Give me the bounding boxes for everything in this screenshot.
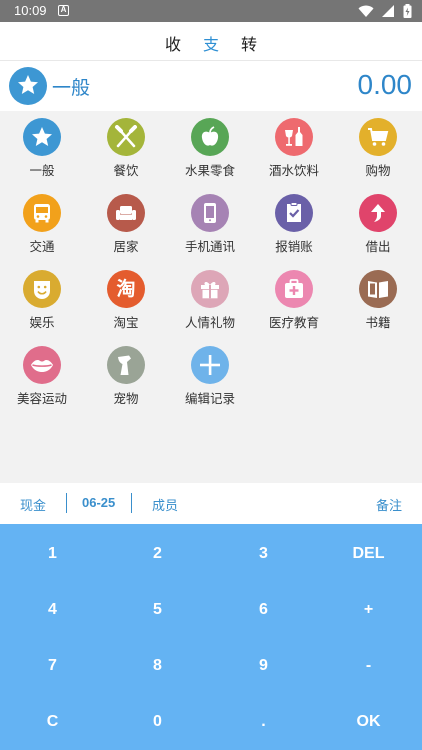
phone-icon	[204, 203, 216, 223]
category-lend[interactable]: 借出	[336, 187, 420, 263]
selected-category-icon[interactable]	[9, 67, 47, 105]
category-grid: 一般 餐饮 水果零食 酒水饮料 购物 交通 居家 手机通讯 报销账 借出 娱乐 …	[0, 111, 422, 481]
category-label: 交通	[29, 239, 55, 254]
key-plus[interactable]: +	[316, 582, 421, 638]
category-label: 借出	[365, 239, 391, 254]
category-label: 手机通讯	[184, 239, 235, 254]
category-label: 医疗教育	[268, 315, 319, 330]
category-label: 水果零食	[184, 163, 235, 178]
divider	[66, 493, 67, 513]
category-label: 居家	[113, 239, 139, 254]
key-7[interactable]: 7	[0, 638, 105, 694]
key-clear[interactable]: C	[0, 694, 105, 750]
key-3[interactable]: 3	[211, 526, 316, 582]
amount-row: 一般 0.00	[0, 61, 422, 111]
category-home[interactable]: 居家	[84, 187, 168, 263]
key-9[interactable]: 9	[211, 638, 316, 694]
category-pets[interactable]: 宠物	[84, 339, 168, 415]
book-icon	[368, 281, 388, 298]
key-delete[interactable]: DEL	[316, 526, 421, 582]
category-edit-records[interactable]: 编辑记录	[168, 339, 252, 415]
category-medical-education[interactable]: 医疗教育	[252, 263, 336, 339]
cart-icon	[368, 128, 389, 146]
star-icon	[32, 127, 52, 146]
star-icon	[18, 75, 38, 94]
key-minus[interactable]: -	[316, 638, 421, 694]
apple-icon	[201, 126, 219, 146]
category-label: 娱乐	[29, 315, 55, 330]
date-selector[interactable]: 06-25	[82, 495, 115, 510]
category-label: 报销账	[275, 239, 313, 254]
category-phone[interactable]: 手机通讯	[168, 187, 252, 263]
plus-icon	[200, 355, 220, 375]
category-label: 酒水饮料	[268, 163, 319, 178]
notification-a-icon: A	[58, 5, 69, 16]
document-check-icon	[287, 202, 301, 222]
key-2[interactable]: 2	[105, 526, 210, 582]
key-decimal[interactable]: .	[211, 694, 316, 750]
pet-icon	[118, 355, 131, 375]
key-5[interactable]: 5	[105, 582, 210, 638]
medical-kit-icon	[285, 279, 303, 298]
drinks-icon	[285, 127, 303, 146]
category-label: 美容运动	[16, 391, 67, 406]
key-8[interactable]: 8	[105, 638, 210, 694]
key-1[interactable]: 1	[0, 526, 105, 582]
status-bar: 10:09 A	[0, 0, 422, 22]
key-6[interactable]: 6	[211, 582, 316, 638]
gift-icon	[201, 281, 219, 299]
category-drinks[interactable]: 酒水饮料	[252, 111, 336, 187]
account-selector[interactable]: 现金	[20, 495, 46, 514]
category-label: 宠物	[113, 391, 139, 406]
selected-category-label: 一般	[52, 77, 91, 99]
key-ok[interactable]: OK	[316, 694, 421, 750]
type-tab-bar: 收 支 转	[0, 22, 422, 61]
category-label: 人情礼物	[184, 315, 235, 330]
wifi-icon	[358, 5, 374, 17]
signal-icon	[381, 5, 394, 17]
status-icons	[358, 4, 412, 23]
lips-icon	[31, 360, 53, 372]
category-gifts[interactable]: 人情礼物	[168, 263, 252, 339]
amount-display[interactable]: 0.00	[358, 69, 413, 101]
tab-income[interactable]: 收	[158, 31, 188, 55]
key-0[interactable]: 0	[105, 694, 210, 750]
battery-icon	[403, 4, 412, 18]
smile-icon	[34, 281, 50, 299]
category-fruit-snacks[interactable]: 水果零食	[168, 111, 252, 187]
sofa-icon	[116, 206, 136, 220]
category-taobao[interactable]: 淘 淘宝	[84, 263, 168, 339]
arrow-up-icon	[371, 204, 385, 222]
utensils-icon	[115, 125, 137, 148]
category-label: 书籍	[365, 315, 391, 330]
category-beauty-sports[interactable]: 美容运动	[0, 339, 84, 415]
key-4[interactable]: 4	[0, 582, 105, 638]
category-shopping[interactable]: 购物	[336, 111, 420, 187]
info-bar: 现金 06-25 成员 备注	[0, 483, 422, 524]
divider	[131, 493, 132, 513]
number-keypad: 1 2 3 DEL 4 5 6 + 7 8 9 - C 0 . OK	[0, 524, 422, 750]
note-button[interactable]: 备注	[376, 495, 402, 514]
tab-transfer[interactable]: 转	[234, 31, 264, 55]
category-label: 编辑记录	[184, 391, 235, 406]
status-time: 10:09	[14, 3, 47, 18]
category-dining[interactable]: 餐饮	[84, 111, 168, 187]
tab-expense[interactable]: 支	[196, 31, 226, 55]
category-books[interactable]: 书籍	[336, 263, 420, 339]
category-label: 餐饮	[113, 163, 139, 178]
category-label: 淘宝	[113, 315, 139, 330]
category-reimburse[interactable]: 报销账	[252, 187, 336, 263]
member-selector[interactable]: 成员	[152, 495, 178, 514]
category-label: 购物	[365, 163, 391, 178]
taobao-icon: 淘	[116, 278, 136, 300]
bus-icon	[34, 204, 50, 223]
category-entertainment[interactable]: 娱乐	[0, 263, 84, 339]
category-general[interactable]: 一般	[0, 111, 84, 187]
category-label: 一般	[29, 163, 55, 178]
category-transport[interactable]: 交通	[0, 187, 84, 263]
